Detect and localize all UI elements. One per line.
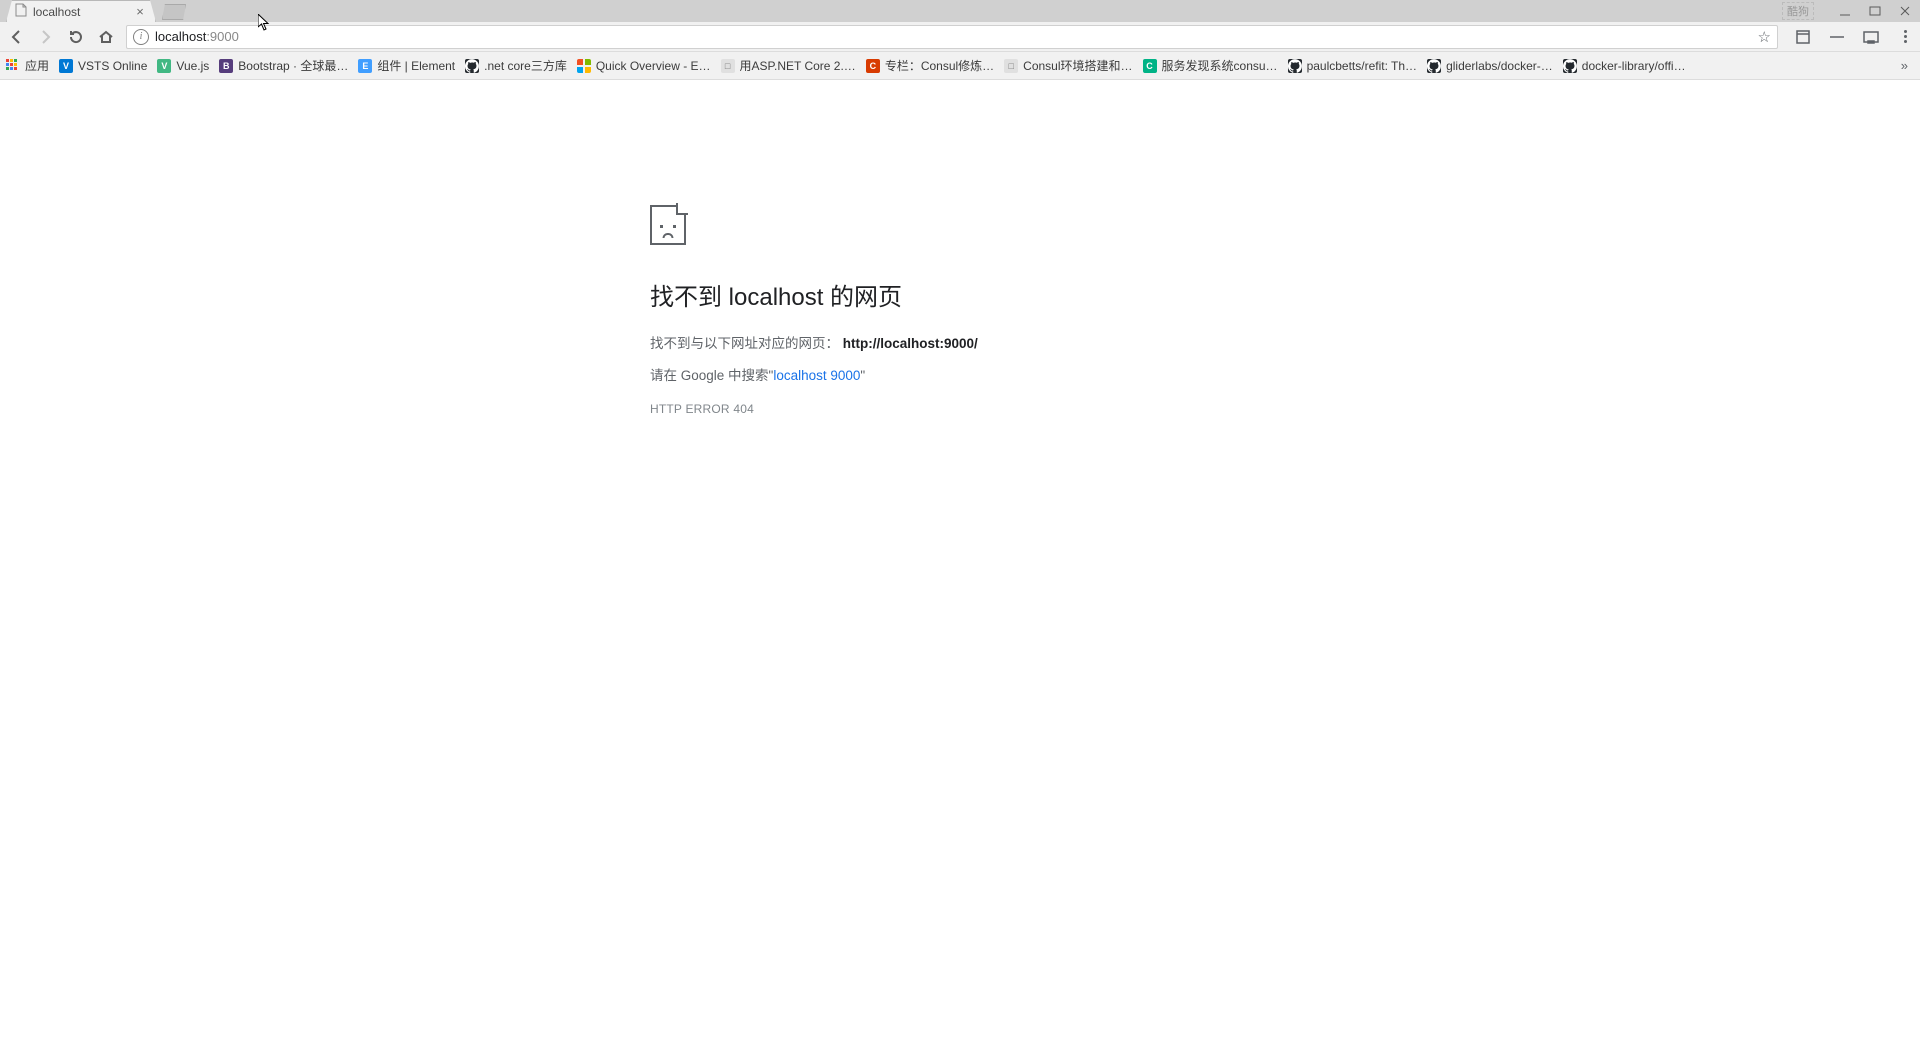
error-search-suffix: "	[860, 368, 865, 383]
apps-label: 应用	[25, 57, 49, 74]
bookmark-favicon: B	[219, 59, 233, 73]
bookmark-label: .net core三方库	[484, 57, 567, 74]
bookmark-item[interactable]: □ Consul环境搭建和…	[1004, 57, 1132, 74]
bookmark-favicon	[1288, 59, 1302, 73]
bookmark-label: VSTS Online	[78, 59, 147, 73]
page-content: 找不到 localhost 的网页 找不到与以下网址对应的网页： http://…	[0, 80, 1920, 1040]
error-sad-page-icon	[650, 205, 686, 245]
site-info-icon[interactable]: i	[133, 29, 149, 45]
extension-icon-1[interactable]	[1794, 28, 1812, 46]
url-rest: :9000	[206, 29, 239, 44]
bookmark-label: gliderlabs/docker-…	[1446, 59, 1553, 73]
back-button[interactable]	[6, 27, 26, 47]
bookmark-favicon	[577, 59, 591, 73]
bookmark-favicon	[1563, 59, 1577, 73]
bookmark-item[interactable]: V VSTS Online	[59, 59, 147, 73]
bookmark-label: Consul环境搭建和…	[1023, 57, 1132, 74]
bookmark-item[interactable]: C 服务发现系统consu…	[1143, 57, 1278, 74]
bookmark-item[interactable]: B Bootstrap · 全球最…	[219, 57, 348, 74]
bookmark-item[interactable]: E 组件 | Element	[358, 57, 455, 74]
browser-tab[interactable]: localhost ×	[6, 0, 156, 22]
bookmark-label: 用ASP.NET Core 2.…	[740, 57, 856, 74]
reload-button[interactable]	[66, 27, 86, 47]
tab-title: localhost	[33, 5, 133, 19]
apps-icon	[6, 59, 20, 73]
error-detail-prefix: 找不到与以下网址对应的网页：	[650, 336, 839, 351]
page-icon	[15, 3, 27, 20]
apps-shortcut[interactable]: 应用	[6, 57, 49, 74]
extension-icon-3[interactable]	[1862, 28, 1880, 46]
window-maximize-button[interactable]	[1860, 0, 1890, 22]
address-bar[interactable]: i localhost:9000 ☆	[126, 25, 1778, 49]
extension-icon-2[interactable]	[1828, 28, 1846, 46]
error-detail-line: 找不到与以下网址对应的网页： http://localhost:9000/	[650, 332, 1270, 352]
bookmark-favicon: □	[1004, 59, 1018, 73]
forward-button[interactable]	[36, 27, 56, 47]
window-minimize-button[interactable]	[1830, 0, 1860, 22]
window-close-button[interactable]	[1890, 0, 1920, 22]
error-search-line: 请在 Google 中搜索"localhost 9000"	[650, 364, 1270, 384]
error-code: HTTP ERROR 404	[650, 402, 1270, 416]
bookmark-label: Bootstrap · 全球最…	[238, 57, 348, 74]
toolbar: i localhost:9000 ☆	[0, 22, 1920, 52]
tab-strip: localhost × 酷狗	[0, 0, 1920, 22]
bookmark-favicon: C	[1143, 59, 1157, 73]
bookmark-item[interactable]: .net core三方库	[465, 57, 567, 74]
url-host: localhost	[155, 29, 206, 44]
bookmark-item[interactable]: paulcbetts/refit: Th…	[1288, 59, 1418, 73]
bookmark-label: paulcbetts/refit: Th…	[1307, 59, 1418, 73]
bookmark-label: docker-library/offi…	[1582, 59, 1686, 73]
new-tab-button[interactable]	[162, 4, 186, 20]
bookmark-label: 服务发现系统consu…	[1162, 57, 1278, 74]
tab-close-icon[interactable]: ×	[133, 4, 147, 19]
bookmark-star-icon[interactable]: ☆	[1758, 28, 1771, 46]
home-button[interactable]	[96, 27, 116, 47]
error-url: http://localhost:9000/	[843, 336, 978, 351]
error-title: 找不到 localhost 的网页	[650, 277, 1270, 312]
bookmark-item[interactable]: docker-library/offi…	[1563, 59, 1686, 73]
extension-badge[interactable]: 酷狗	[1782, 2, 1814, 20]
error-search-prefix: 请在 Google 中搜索"	[650, 368, 773, 383]
bookmark-favicon: V	[157, 59, 171, 73]
window-controls: 酷狗	[1782, 0, 1920, 22]
bookmark-label: Quick Overview - E…	[596, 59, 711, 73]
bookmark-label: 专栏：Consul修炼…	[885, 57, 994, 74]
error-search-link[interactable]: localhost 9000	[773, 368, 860, 383]
bookmarks-bar: 应用 V VSTS Online V Vue.js B Bootstrap · 全球最… E…	[0, 52, 1920, 80]
bookmark-favicon	[465, 59, 479, 73]
bookmark-item[interactable]: □ 用ASP.NET Core 2.…	[721, 57, 856, 74]
bookmark-item[interactable]: Quick Overview - E…	[577, 59, 711, 73]
bookmark-label: 组件 | Element	[377, 57, 455, 74]
bookmark-favicon: E	[358, 59, 372, 73]
bookmark-item[interactable]: C 专栏：Consul修炼…	[866, 57, 994, 74]
bookmark-favicon	[1427, 59, 1441, 73]
bookmark-label: Vue.js	[176, 59, 209, 73]
bookmark-favicon: □	[721, 59, 735, 73]
bookmark-favicon: V	[59, 59, 73, 73]
bookmark-favicon: C	[866, 59, 880, 73]
menu-button[interactable]	[1896, 30, 1914, 43]
bookmark-item[interactable]: gliderlabs/docker-…	[1427, 59, 1553, 73]
bookmark-item[interactable]: V Vue.js	[157, 59, 209, 73]
bookmarks-overflow-icon[interactable]: »	[1901, 58, 1914, 73]
